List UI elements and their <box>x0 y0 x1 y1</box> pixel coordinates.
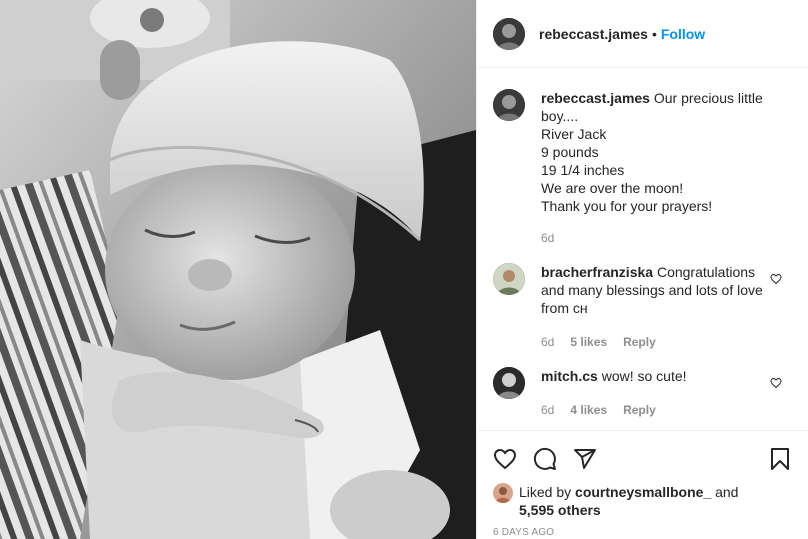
post-actions: Liked by courtneysmallbone_ and 5,595 ot… <box>477 430 808 539</box>
caption-line-2: River Jack <box>541 126 607 142</box>
post-photo[interactable] <box>0 0 476 539</box>
author-avatar[interactable] <box>493 17 525 50</box>
reply-button[interactable]: Reply <box>623 333 656 351</box>
comment-age[interactable]: 6d <box>541 333 554 351</box>
like-heart-icon[interactable] <box>493 447 517 471</box>
comment-age[interactable]: 6d <box>541 401 554 419</box>
comment-username[interactable]: bracherfranziska <box>541 264 653 280</box>
liker-avatar[interactable] <box>493 483 513 503</box>
share-paper-plane-icon[interactable] <box>573 447 597 471</box>
comment-meta: 6d 5 likes Reply <box>541 333 768 351</box>
comment-body: mitch.cs wow! so cute! 6d 4 likes Reply <box>541 367 792 419</box>
comment-item: mitch.cs wow! so cute! 6d 4 likes Reply <box>493 367 792 419</box>
caption-age[interactable]: 6d <box>541 229 554 247</box>
comment-like-heart-icon[interactable] <box>770 273 782 285</box>
instagram-post: rebeccast.james • Follow rebeccast.james… <box>0 0 808 539</box>
caption-line-5: We are over the moon! <box>541 180 684 196</box>
post-sidebar: rebeccast.james • Follow rebeccast.james… <box>476 0 808 539</box>
liked-by: Liked by courtneysmallbone_ and 5,595 ot… <box>493 483 792 519</box>
commenter-avatar[interactable] <box>493 367 525 399</box>
comment-body: bracherfranziska Congratulations and man… <box>541 263 792 351</box>
caption-body: rebeccast.james Our precious little boy.… <box>541 89 792 247</box>
comments-section: rebeccast.james Our precious little boy.… <box>477 69 808 430</box>
liked-by-prefix: Liked by <box>519 484 572 500</box>
comment-likes-count[interactable]: 5 likes <box>570 333 607 351</box>
liked-by-connector: and <box>715 484 739 500</box>
comment-like-heart-icon[interactable] <box>770 377 782 389</box>
reply-button[interactable]: Reply <box>623 401 656 419</box>
comment-item: bracherfranziska Congratulations and man… <box>493 263 792 351</box>
comment-username[interactable]: mitch.cs <box>541 368 598 384</box>
save-bookmark-icon[interactable] <box>768 447 792 471</box>
separator-dot: • <box>651 25 657 42</box>
post-header: rebeccast.james • Follow <box>477 0 808 68</box>
caption-line-4: 19 1/4 inches <box>541 162 625 178</box>
caption: rebeccast.james Our precious little boy.… <box>493 89 792 247</box>
liked-by-user[interactable]: courtneysmallbone_ <box>575 484 711 500</box>
caption-line-3: 9 pounds <box>541 144 599 160</box>
post-timestamp[interactable]: 6 DAYS AGO <box>493 527 792 538</box>
comment-likes-count[interactable]: 4 likes <box>570 401 607 419</box>
likes-others-count[interactable]: 5,595 others <box>519 502 601 518</box>
liked-by-text: Liked by courtneysmallbone_ and 5,595 ot… <box>519 483 738 519</box>
action-bar <box>493 439 792 479</box>
commenter-avatar[interactable] <box>493 263 525 295</box>
caption-author-avatar[interactable] <box>493 89 525 121</box>
newborn-photo-illustration <box>0 0 476 539</box>
caption-line-6: Thank you for your prayers! <box>541 198 713 214</box>
caption-username[interactable]: rebeccast.james <box>541 90 650 106</box>
comment-text: wow! so cute! <box>601 368 687 384</box>
author-username[interactable]: rebeccast.james <box>539 26 648 42</box>
follow-button[interactable]: Follow <box>661 26 705 42</box>
comment-bubble-icon[interactable] <box>533 447 557 471</box>
caption-meta: 6d <box>541 229 792 247</box>
comment-meta: 6d 4 likes Reply <box>541 401 768 419</box>
